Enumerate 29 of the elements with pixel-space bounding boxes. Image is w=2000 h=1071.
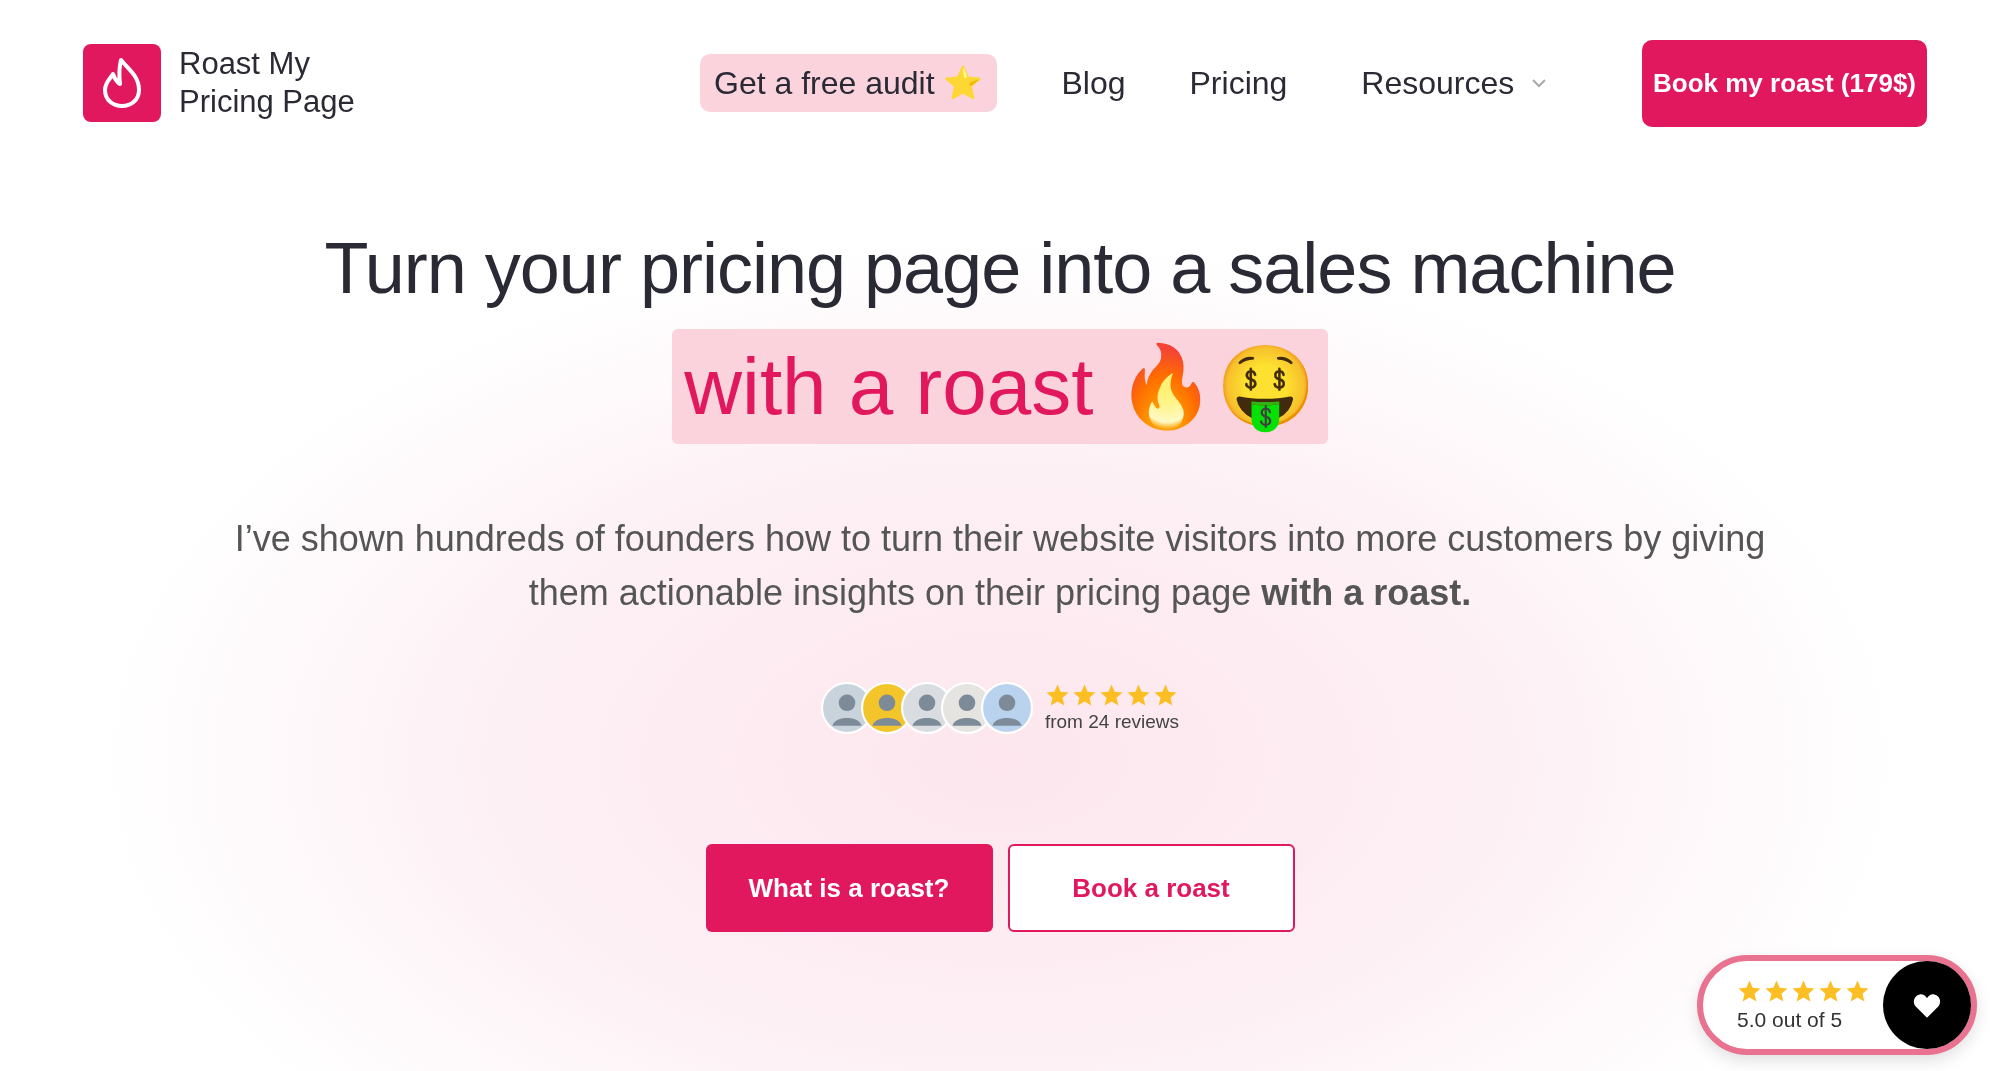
hero-heading: Turn your pricing page into a sales machine (324, 227, 1676, 309)
book-roast-button[interactable]: Book my roast (179$) (1642, 39, 1927, 127)
rating-badge[interactable]: 5.0 out of 5 (1697, 955, 1977, 1055)
star-icon (1818, 978, 1843, 1004)
star-icon (1098, 683, 1124, 708)
nav-link[interactable]: Blog (1061, 64, 1126, 102)
heart-icon (1912, 991, 1942, 1019)
star-icon (1071, 683, 1097, 708)
nav-dropdown[interactable]: Resources (1361, 64, 1515, 102)
what-is-roast-button[interactable]: What is a roast? (705, 844, 993, 932)
flame-logo-icon[interactable] (83, 44, 161, 122)
hero-description: I’ve shown hundreds of founders how to turn their website visitors into more customers by giving them actionable insights on their pricing page with a roast. (233, 517, 1767, 615)
brand-name[interactable]: Pricing Page (179, 83, 355, 121)
star-icon (1764, 978, 1789, 1004)
star-icon (1737, 978, 1762, 1004)
star-icon (1791, 978, 1816, 1004)
nav-link[interactable]: Pricing (1189, 64, 1288, 102)
heart-button[interactable] (1883, 961, 1971, 1049)
free-audit-link[interactable]: Get a free audit ⭐ (700, 54, 998, 112)
star-icon (1845, 978, 1870, 1004)
brand-name[interactable]: Roast My (179, 45, 355, 83)
avatar-icon (980, 682, 1033, 734)
review-count: from 24 reviews (1044, 711, 1180, 733)
star-icon (1125, 683, 1151, 708)
rating-text: 5.0 out of 5 (1737, 1007, 1844, 1032)
star-icon (1044, 683, 1070, 708)
star-icon (1152, 683, 1178, 708)
hero-highlight: with a roast 🔥🤑 (672, 329, 1328, 444)
book-roast-button[interactable]: Book a roast (1007, 844, 1295, 932)
